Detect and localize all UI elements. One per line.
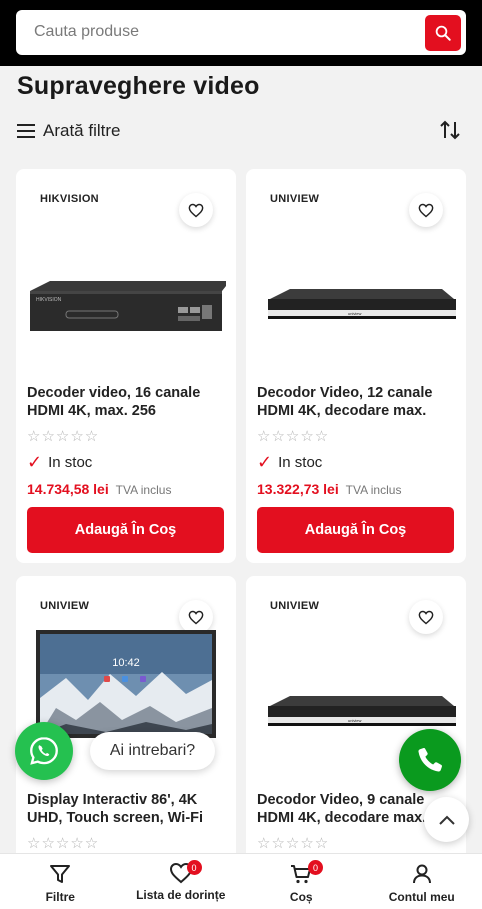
menu-icon bbox=[17, 124, 35, 138]
price-amount: 13.322,73 lei bbox=[257, 481, 339, 497]
product-card[interactable]: UNIVIEW uniview Decodor Video, 12 canale… bbox=[246, 169, 466, 563]
product-brand: UNIVIEW bbox=[270, 600, 320, 612]
show-filters-label: Arată filtre bbox=[43, 121, 121, 140]
wishlist-count-badge: 0 bbox=[186, 860, 202, 875]
wishlist-button[interactable] bbox=[179, 193, 213, 227]
product-price: 14.734,58 lei TVA inclus bbox=[27, 481, 171, 497]
nav-account[interactable]: Contul meu bbox=[362, 854, 482, 909]
stock-status: ✓ In stoc bbox=[27, 452, 92, 473]
check-icon: ✓ bbox=[27, 452, 43, 472]
rating-stars: ☆☆☆☆☆ bbox=[27, 428, 100, 445]
search-icon bbox=[435, 25, 451, 41]
stock-label: In stoc bbox=[278, 454, 323, 471]
nav-account-label: Contul meu bbox=[388, 890, 455, 904]
rating-stars: ☆☆☆☆☆ bbox=[257, 835, 330, 852]
call-button[interactable] bbox=[399, 729, 461, 791]
nav-wishlist[interactable]: 0 Lista de dorințe bbox=[121, 854, 242, 909]
price-amount: 14.734,58 lei bbox=[27, 481, 109, 497]
cart-count-badge: 0 bbox=[308, 860, 323, 875]
stock-label: In stoc bbox=[48, 454, 93, 471]
heart-icon bbox=[418, 610, 434, 624]
phone-icon bbox=[418, 748, 442, 772]
bottom-navigation: Filtre 0 Lista de dorințe 0 Coș Contul m… bbox=[0, 853, 482, 909]
chevron-up-icon bbox=[438, 815, 455, 825]
product-brand: UNIVIEW bbox=[270, 193, 320, 205]
user-icon bbox=[412, 864, 431, 884]
heart-icon bbox=[418, 203, 434, 217]
product-name[interactable]: Display Interactiv 86', 4K UHD, Touch sc… bbox=[27, 791, 232, 827]
product-image[interactable]: HIKVISION bbox=[26, 229, 226, 369]
vat-label: TVA inclus bbox=[345, 483, 402, 497]
product-brand: HIKVISION bbox=[40, 193, 99, 205]
whatsapp-icon bbox=[30, 737, 58, 765]
product-image[interactable]: uniview bbox=[256, 229, 456, 369]
stock-status: ✓ In stoc bbox=[257, 452, 322, 473]
display-screen-time: 10:42 bbox=[112, 657, 140, 669]
nav-cart-label: Coș bbox=[289, 890, 313, 904]
search-input[interactable]: Cauta produse bbox=[34, 23, 139, 41]
product-price: 13.322,73 lei TVA inclus bbox=[257, 481, 401, 497]
product-name[interactable]: Decodor Video, 12 canale HDMI 4K, decoda… bbox=[257, 384, 462, 420]
nav-cart[interactable]: 0 Coș bbox=[241, 854, 362, 909]
product-brand: UNIVIEW bbox=[40, 600, 90, 612]
search-box[interactable]: Cauta produse bbox=[16, 10, 466, 55]
add-to-cart-button[interactable]: Adaugă În Coş bbox=[27, 507, 224, 553]
svg-text:HIKVISION: HIKVISION bbox=[36, 297, 62, 303]
product-name[interactable]: Decoder video, 16 canale HDMI 4K, max. 2… bbox=[27, 384, 232, 420]
heart-icon bbox=[188, 203, 204, 217]
filter-icon bbox=[50, 865, 71, 883]
product-card[interactable]: HIKVISION HIKVISION Decoder video, 16 ca… bbox=[16, 169, 236, 563]
wishlist-button[interactable] bbox=[409, 193, 443, 227]
show-filters-button[interactable]: Arată filtre bbox=[17, 121, 120, 141]
nav-filters-label: Filtre bbox=[45, 890, 75, 904]
rating-stars: ☆☆☆☆☆ bbox=[257, 428, 330, 445]
heart-icon bbox=[188, 610, 204, 624]
svg-text:uniview: uniview bbox=[348, 718, 361, 723]
whatsapp-chat-bubble[interactable]: Ai intrebari? bbox=[90, 732, 215, 770]
sort-icon[interactable] bbox=[438, 118, 462, 142]
scroll-to-top-button[interactable] bbox=[424, 797, 469, 842]
page-title: Supraveghere video bbox=[17, 72, 260, 100]
check-icon: ✓ bbox=[257, 452, 273, 472]
nav-wishlist-label: Lista de dorințe bbox=[136, 888, 226, 902]
vat-label: TVA inclus bbox=[115, 483, 172, 497]
whatsapp-button[interactable] bbox=[15, 722, 73, 780]
top-bar: Cauta produse bbox=[0, 0, 482, 66]
wishlist-button[interactable] bbox=[409, 600, 443, 634]
nav-filters[interactable]: Filtre bbox=[0, 854, 121, 909]
svg-text:uniview: uniview bbox=[348, 311, 361, 316]
add-to-cart-button[interactable]: Adaugă În Coş bbox=[257, 507, 454, 553]
search-button[interactable] bbox=[425, 15, 461, 51]
rating-stars: ☆☆☆☆☆ bbox=[27, 835, 100, 852]
